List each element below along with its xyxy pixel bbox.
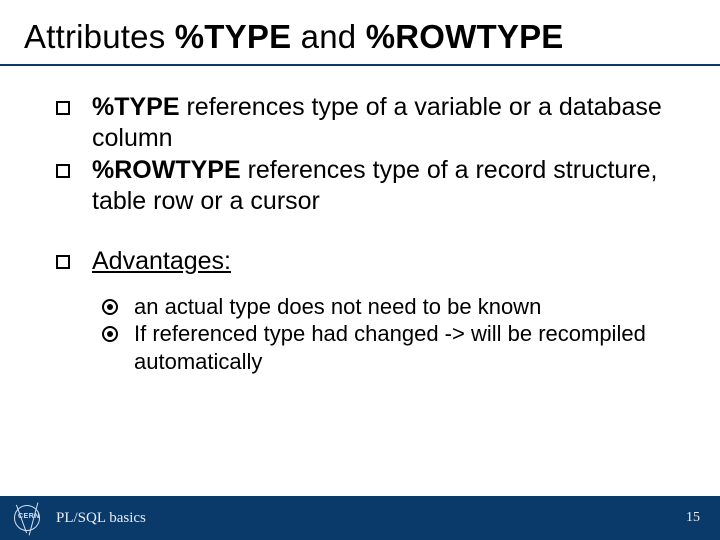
title-strong-rowtype: %ROWTYPE [366,18,564,55]
sub-bullet-1: an actual type does not need to be known [134,294,541,319]
spacer [56,216,670,246]
title-text-pre: Attributes [24,18,175,55]
bullet-2-strong: %ROWTYPE [92,156,241,184]
footer-bar: CERN PL/SQL basics 15 [0,496,720,540]
slide: Attributes %TYPE and %ROWTYPE %TYPE refe… [0,0,720,540]
content-area: %TYPE references type of a variable or a… [0,66,720,375]
cern-logo-text: CERN [18,513,40,520]
main-bullet-list: %TYPE references type of a variable or a… [56,92,670,216]
cern-logo-icon: CERN [14,505,40,531]
title-text-mid: and [291,18,365,55]
bullet-1-strong: %TYPE [92,93,180,121]
sub-bullet-list: an actual type does not need to be known… [100,293,670,376]
list-item: %TYPE references type of a variable or a… [56,92,670,153]
list-item-advantages: Advantages: an actual type does not need… [56,246,670,375]
page-number: 15 [686,510,700,526]
slide-title: Attributes %TYPE and %ROWTYPE [0,0,720,66]
footer-title: PL/SQL basics [56,510,146,527]
sub-list-item: If referenced type had changed -> will b… [100,320,670,375]
title-strong-type: %TYPE [175,18,292,55]
sub-list-item: an actual type does not need to be known [100,293,670,321]
advantages-heading: Advantages: [92,247,231,275]
list-item: %ROWTYPE references type of a record str… [56,155,670,216]
sub-bullet-2: If referenced type had changed -> will b… [134,321,646,374]
advantages-list: Advantages: an actual type does not need… [56,246,670,375]
